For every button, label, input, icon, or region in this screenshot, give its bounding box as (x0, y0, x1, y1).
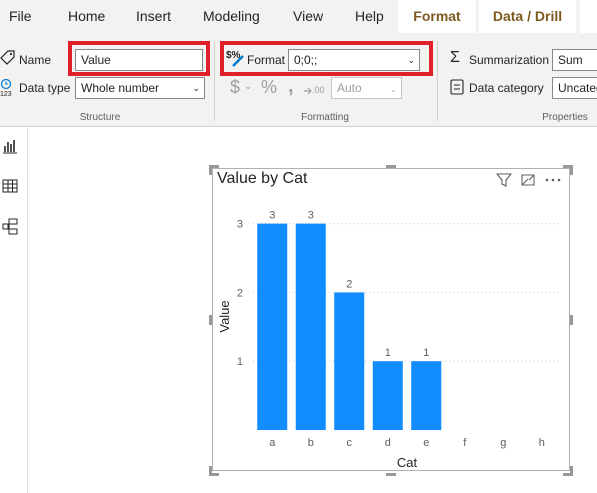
group-divider (214, 41, 215, 121)
datatype-icon: 123 (0, 78, 17, 100)
tab-file[interactable]: File (9, 0, 32, 33)
properties-group-label: Properties (542, 112, 588, 123)
y-axis-title: Value (217, 300, 232, 332)
ribbon-body: Name Value 123 Data type Whole number ⌄ … (0, 33, 597, 127)
chevron-down-icon[interactable]: ⌄ (244, 81, 252, 92)
bar (334, 292, 365, 430)
stepper-arrows-icon: ⌃ ⌄ (390, 77, 397, 94)
resize-handle[interactable] (386, 165, 396, 168)
bar-chart: 1 2 3 a 3 b 3 c 2 d 1 e 1 f g h Cat Value (217, 210, 561, 470)
dollar-icon[interactable]: $ (230, 77, 240, 98)
format-highlight-box (220, 41, 433, 76)
tab-overflow (580, 0, 597, 33)
resize-handle[interactable] (209, 315, 212, 325)
datatype-select[interactable]: Whole number ⌄ (75, 77, 205, 99)
tab-home[interactable]: Home (68, 0, 105, 33)
tab-view[interactable]: View (293, 0, 323, 33)
svg-text:.00: .00 (312, 85, 324, 95)
decimal-icon[interactable]: .00 (302, 79, 325, 100)
tab-insert[interactable]: Insert (136, 0, 171, 33)
ribbon-tabbar: File Home Insert Modeling View Help Form… (0, 0, 597, 33)
resize-handle[interactable] (209, 165, 212, 175)
resize-handle[interactable] (570, 466, 573, 476)
x-axis-title: Cat (397, 455, 418, 470)
svg-text:123: 123 (0, 91, 12, 97)
tab-format[interactable]: Format (398, 0, 476, 33)
bar-chart-visual[interactable]: 1 2 3 a 3 b 3 c 2 d 1 e 1 f g h Cat Value Value by Cat (212, 168, 570, 471)
formatting-group-label: Formatting (301, 112, 349, 123)
x-tick-label: b (308, 437, 314, 449)
x-tick-label: d (385, 437, 391, 449)
report-view-icon[interactable] (2, 138, 18, 154)
tab-help[interactable]: Help (355, 0, 384, 33)
data-category-label: Data category (469, 81, 544, 95)
bar (372, 361, 403, 430)
x-tick-label: g (500, 437, 506, 449)
resize-handle[interactable] (570, 165, 573, 175)
more-options-icon[interactable] (545, 178, 561, 182)
filter-icon[interactable] (495, 173, 513, 187)
datatype-label: Data type (19, 81, 71, 95)
resize-handle[interactable] (386, 473, 396, 476)
y-tick-label: 2 (237, 287, 243, 299)
data-view-icon[interactable] (2, 178, 18, 194)
resize-handle[interactable] (570, 315, 573, 325)
percent-icon[interactable]: % (261, 77, 277, 98)
chart-title: Value by Cat (217, 170, 308, 187)
bar (257, 223, 288, 430)
data-label: 2 (346, 278, 352, 290)
datatype-value: Whole number (81, 81, 160, 95)
tab-data-drill[interactable]: Data / Drill (479, 0, 576, 33)
data-label: 1 (385, 347, 391, 359)
name-label: Name (19, 53, 52, 67)
name-highlight-box (68, 41, 210, 76)
sigma-icon: Σ (450, 49, 460, 66)
visual-header-icons (495, 171, 565, 192)
data-label: 3 (269, 210, 275, 222)
decimal-places-value: Auto (337, 81, 362, 95)
x-tick-label: f (463, 437, 467, 449)
tag-icon (0, 50, 16, 69)
data-label: 3 (308, 210, 314, 222)
group-divider (437, 41, 438, 121)
bar (295, 223, 326, 430)
x-tick-label: a (269, 437, 276, 449)
bar (411, 361, 442, 430)
x-tick-label: c (347, 437, 353, 449)
x-tick-label: e (423, 437, 429, 449)
data-label: 1 (423, 347, 429, 359)
view-switcher-rail (0, 128, 28, 493)
comma-icon[interactable]: , (288, 75, 294, 98)
summarization-select[interactable]: Sum (552, 49, 597, 71)
x-tick-label: h (539, 437, 545, 449)
model-view-icon[interactable] (2, 218, 18, 236)
tab-modeling[interactable]: Modeling (203, 0, 260, 33)
focus-mode-icon[interactable] (521, 174, 535, 186)
data-category-select[interactable]: Uncateg (552, 77, 597, 99)
resize-handle[interactable] (209, 473, 219, 476)
structure-group-label: Structure (79, 112, 121, 123)
summarization-label: Summarization (469, 53, 550, 67)
y-tick-label: 1 (237, 356, 243, 368)
y-tick-label: 3 (237, 219, 243, 231)
decimal-places-stepper[interactable]: Auto ⌃ ⌄ (331, 77, 402, 99)
chevron-down-icon: ⌄ (192, 83, 200, 93)
data-category-icon (450, 79, 464, 98)
